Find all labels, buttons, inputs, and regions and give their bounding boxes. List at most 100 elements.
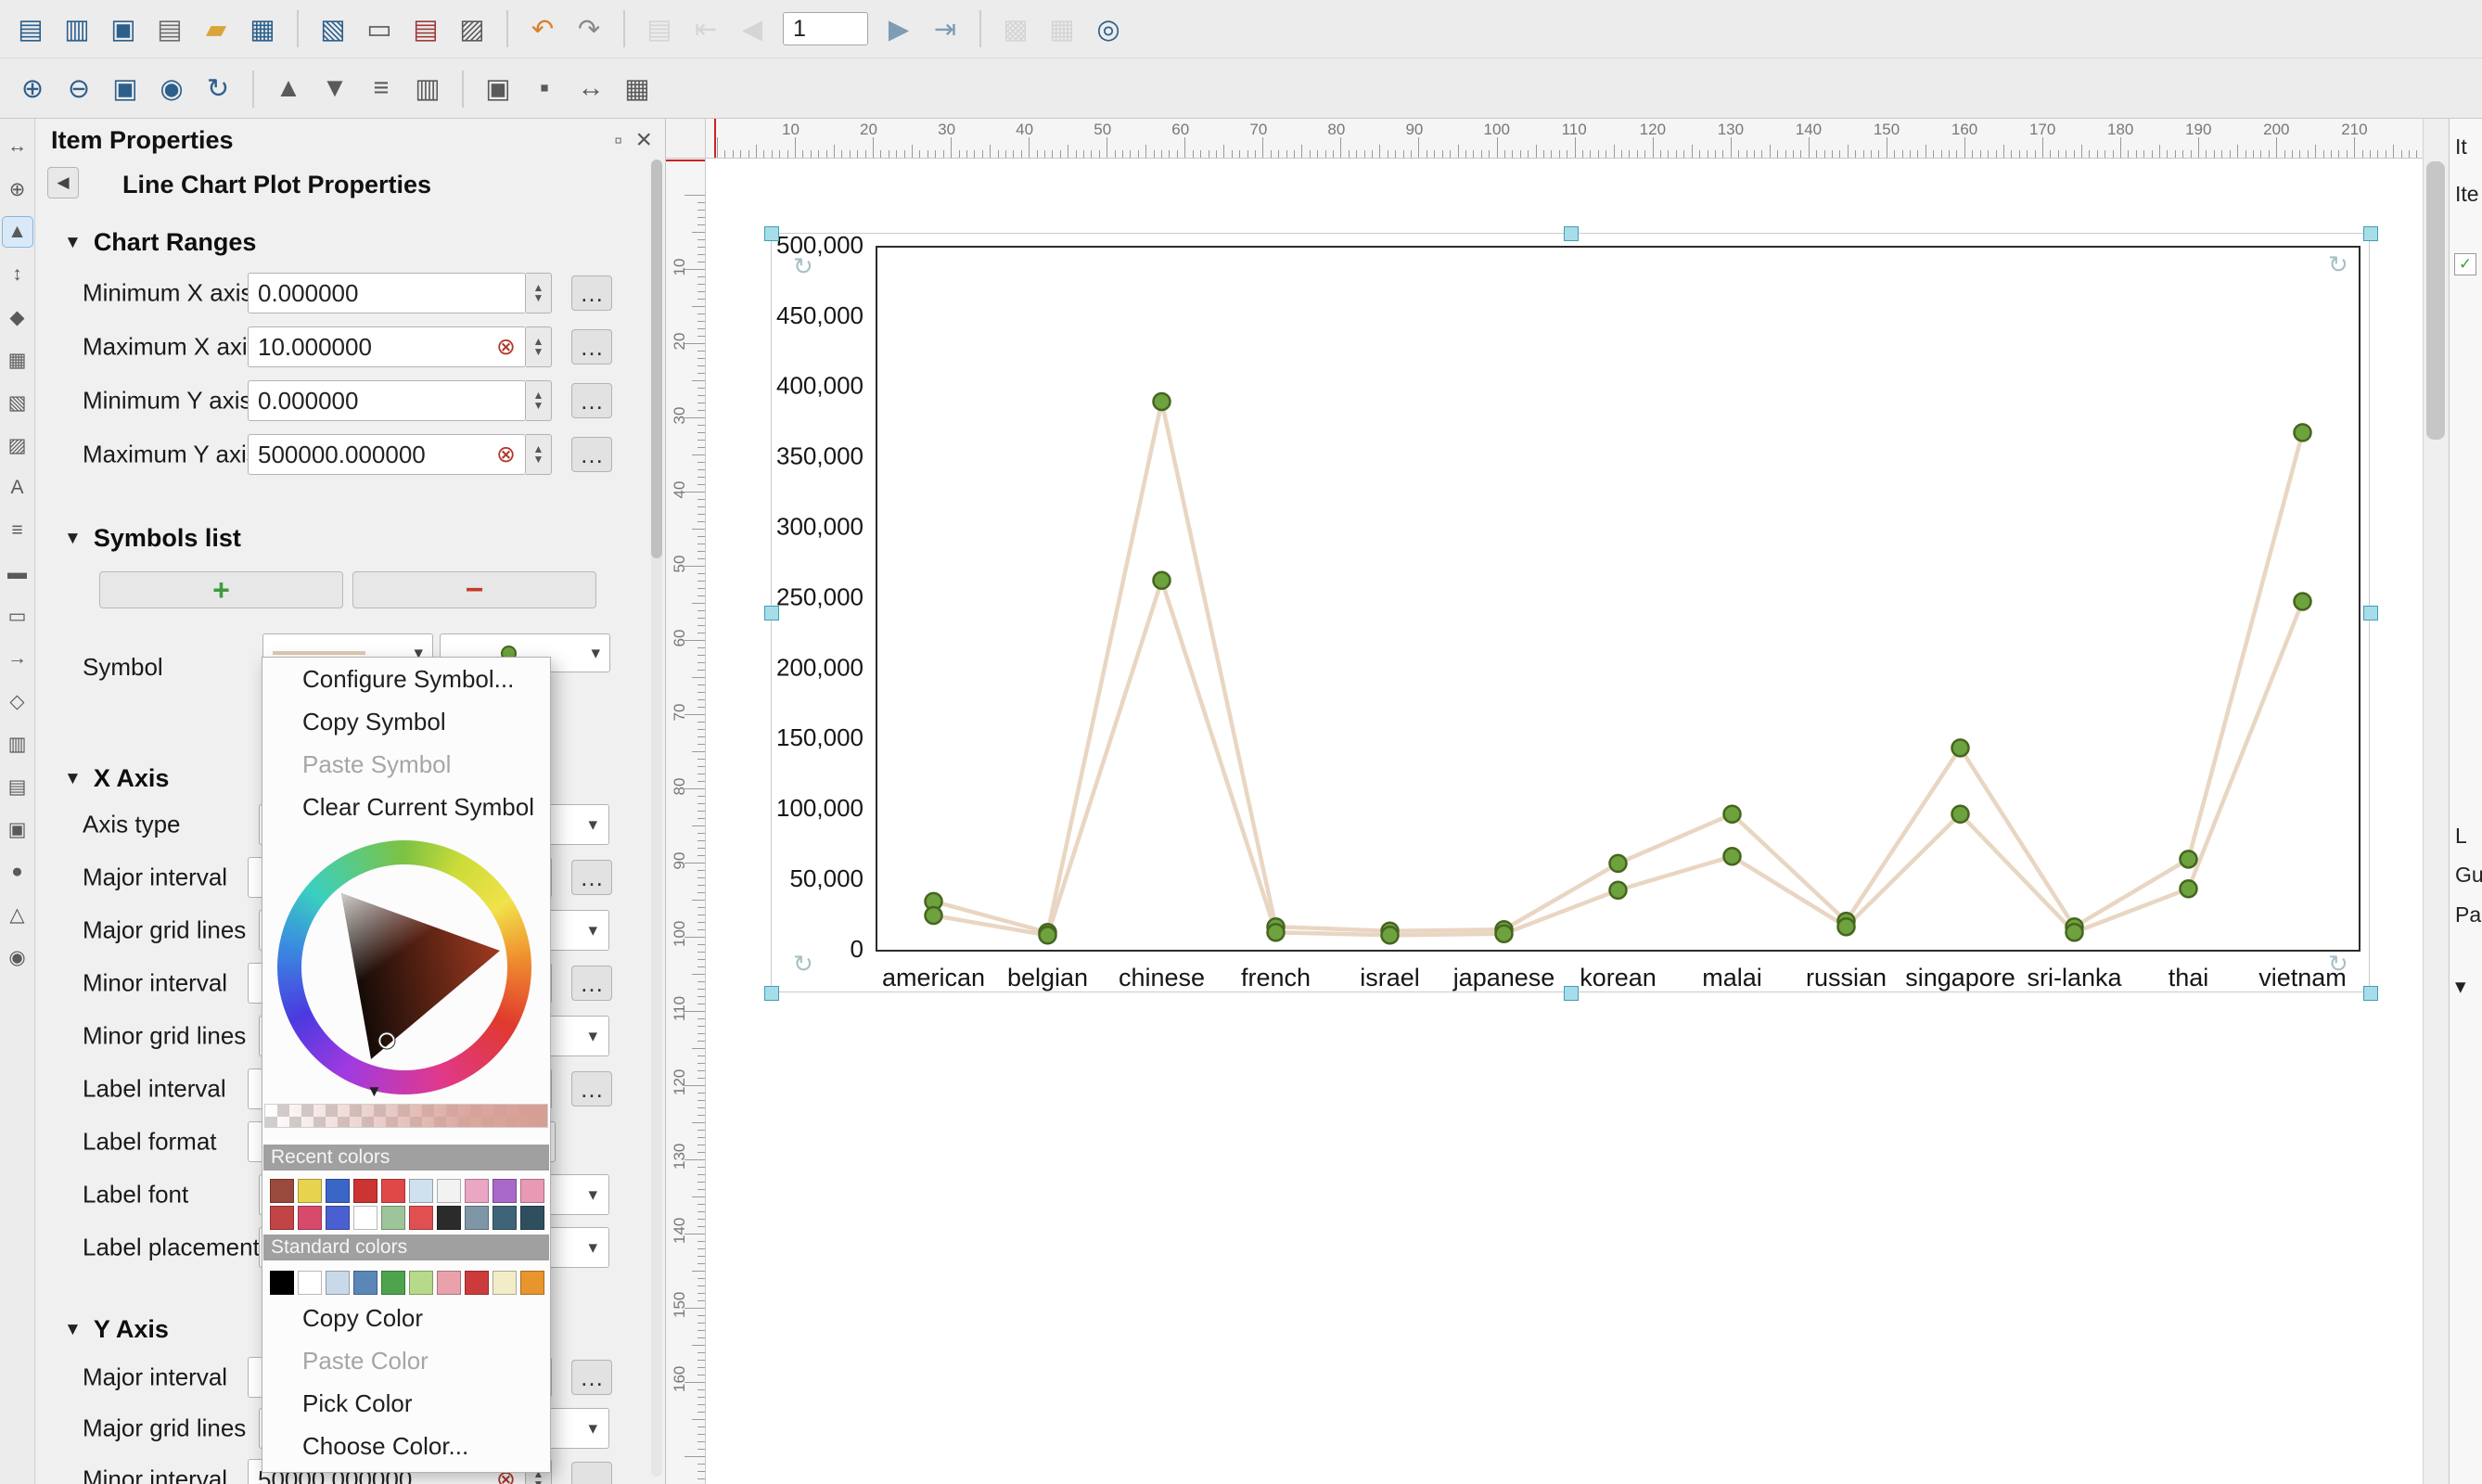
add-elevation-profile-icon[interactable]: △ [3, 900, 32, 929]
add-fixed-table-icon[interactable]: ▣ [3, 814, 32, 844]
atlas-last-feature-icon[interactable]: ⇥ [924, 7, 966, 50]
data-defined-override-button[interactable]: … [571, 275, 612, 311]
selection-handle[interactable] [764, 986, 779, 1001]
duplicate-layout-icon[interactable]: ▣ [102, 7, 145, 50]
export-image-icon[interactable]: ▧ [312, 7, 354, 50]
spinner-control[interactable]: ▲▼ [526, 434, 552, 475]
raise-items-icon[interactable]: ▲ [267, 68, 310, 110]
add-label-icon[interactable]: A [3, 473, 32, 503]
rotate-handle-icon[interactable]: ↻ [793, 252, 813, 281]
maximum-x-axis-input[interactable]: 10.000000⊗ [248, 326, 526, 367]
new-layout-icon[interactable]: ▥ [56, 7, 98, 50]
remove-symbol-button[interactable]: − [352, 571, 596, 608]
resize-items-icon[interactable]: ↔ [569, 68, 612, 110]
copy-symbol-menu-item[interactable]: Copy Symbol [263, 700, 549, 743]
data-defined-override-button[interactable]: … [571, 383, 612, 418]
undo-icon[interactable]: ↶ [521, 7, 564, 50]
add-scalebar-icon[interactable]: ▬ [3, 558, 32, 588]
edit-nodes-icon[interactable]: ◆ [3, 302, 32, 332]
spinner-control[interactable]: ▲▼ [526, 326, 552, 367]
add-shape-icon[interactable]: ▭ [3, 601, 32, 631]
snap-grid-icon[interactable]: ▦ [616, 68, 659, 110]
add-picture-icon[interactable]: ▨ [3, 430, 32, 460]
add-marker-icon[interactable]: ● [3, 857, 32, 887]
rotate-handle-icon[interactable]: ↻ [2328, 950, 2348, 979]
add-plot-icon[interactable]: ◉ [3, 942, 32, 972]
zoom-out-icon[interactable]: ⊖ [58, 68, 100, 110]
standard-color-swatch[interactable] [465, 1271, 489, 1295]
chevron-down-icon[interactable]: ▾ [2455, 974, 2466, 999]
clear-value-icon[interactable]: ⊗ [496, 441, 516, 468]
standard-color-swatch[interactable] [437, 1271, 461, 1295]
recent-color-swatch[interactable] [437, 1179, 461, 1203]
distribute-items-icon[interactable]: ▥ [406, 68, 449, 110]
zoom-tool-icon[interactable]: ⊕ [3, 174, 32, 204]
recent-color-swatch[interactable] [326, 1206, 350, 1230]
select-move-item-icon[interactable]: ▲ [3, 217, 32, 247]
add-legend-icon[interactable]: ≡ [3, 516, 32, 545]
add-html-icon[interactable]: ▥ [3, 729, 32, 759]
add-3d-map-icon[interactable]: ▧ [3, 388, 32, 417]
lock-items-icon[interactable]: ▪ [523, 68, 566, 110]
section-x-axis[interactable]: ▼ X Axis [64, 764, 169, 793]
standard-color-swatch[interactable] [326, 1271, 350, 1295]
add-attribute-table-icon[interactable]: ▤ [3, 772, 32, 801]
add-node-item-icon[interactable]: ◇ [3, 686, 32, 716]
recent-color-swatch[interactable] [270, 1179, 294, 1203]
spinner-control[interactable]: ▲▼ [526, 273, 552, 313]
open-folder-icon[interactable]: ▰ [195, 7, 237, 50]
data-defined-override-button[interactable]: … [571, 437, 612, 472]
minimum-x-axis-input[interactable]: 0.000000 [248, 273, 526, 313]
add-arrow-icon[interactable]: → [3, 644, 32, 673]
recent-color-swatch[interactable] [493, 1179, 517, 1203]
line-chart-item[interactable]: 050,000100,000150,000200,000250,000300,0… [771, 233, 2370, 992]
recent-color-swatch[interactable] [353, 1206, 377, 1230]
float-panel-icon[interactable]: ▫ [614, 128, 622, 154]
recent-color-swatch[interactable] [298, 1179, 322, 1203]
standard-color-swatch[interactable] [409, 1271, 433, 1295]
pan-tool-icon[interactable]: ↔ [3, 132, 32, 161]
clear-current-symbol-menu-item[interactable]: Clear Current Symbol [263, 786, 549, 828]
standard-color-swatch[interactable] [520, 1271, 544, 1295]
recent-color-swatch[interactable] [465, 1179, 489, 1203]
maximum-y-axis-input[interactable]: 500000.000000⊗ [248, 434, 526, 475]
redo-icon[interactable]: ↷ [568, 7, 610, 50]
data-defined-override-button[interactable]: … [571, 860, 612, 895]
rotate-handle-icon[interactable]: ↻ [2328, 250, 2348, 279]
standard-color-swatch[interactable] [298, 1271, 322, 1295]
save-project-icon[interactable]: ▤ [9, 7, 52, 50]
export-svg-icon[interactable]: ▨ [451, 7, 493, 50]
selection-handle[interactable] [764, 226, 779, 241]
configure-symbol-menu-item[interactable]: Configure Symbol... [263, 658, 549, 700]
standard-color-swatch[interactable] [270, 1271, 294, 1295]
align-items-icon[interactable]: ≡ [360, 68, 403, 110]
recent-color-swatch[interactable] [381, 1179, 405, 1203]
data-defined-override-button[interactable]: … [571, 1360, 612, 1395]
zoom-in-icon[interactable]: ⊕ [11, 68, 54, 110]
section-chart-ranges[interactable]: ▼ Chart Ranges [64, 228, 256, 257]
back-button[interactable]: ◀ [47, 167, 79, 198]
standard-color-swatch[interactable] [493, 1271, 517, 1295]
scrollbar-thumb[interactable] [2426, 161, 2445, 440]
minimum-y-axis-input[interactable]: 0.000000 [248, 380, 526, 421]
section-symbols-list[interactable]: ▼ Symbols list [64, 524, 241, 553]
clear-value-icon[interactable]: ⊗ [496, 333, 516, 361]
color-triangle[interactable] [277, 840, 531, 1094]
selection-handle[interactable] [1564, 226, 1579, 241]
recent-color-swatch[interactable] [353, 1179, 377, 1203]
visibility-checkbox[interactable]: ✓ [2454, 253, 2476, 275]
section-y-axis[interactable]: ▼ Y Axis [64, 1315, 169, 1344]
rotate-handle-icon[interactable]: ↻ [793, 950, 813, 979]
group-items-icon[interactable]: ▣ [477, 68, 519, 110]
data-defined-override-button[interactable]: … [571, 966, 612, 1001]
lower-items-icon[interactable]: ▼ [313, 68, 356, 110]
copy-color-menu-item[interactable]: Copy Color [263, 1297, 549, 1339]
search-icon[interactable]: ◎ [1087, 7, 1130, 50]
selection-handle[interactable] [764, 606, 779, 620]
canvas-vertical-scrollbar[interactable] [2423, 119, 2448, 1484]
choose-color-menu-item[interactable]: Choose Color... [263, 1425, 549, 1467]
data-defined-override-button[interactable]: … [571, 1071, 612, 1107]
recent-color-swatch[interactable] [520, 1179, 544, 1203]
selection-handle[interactable] [2363, 226, 2378, 241]
close-panel-icon[interactable]: × [635, 124, 652, 156]
